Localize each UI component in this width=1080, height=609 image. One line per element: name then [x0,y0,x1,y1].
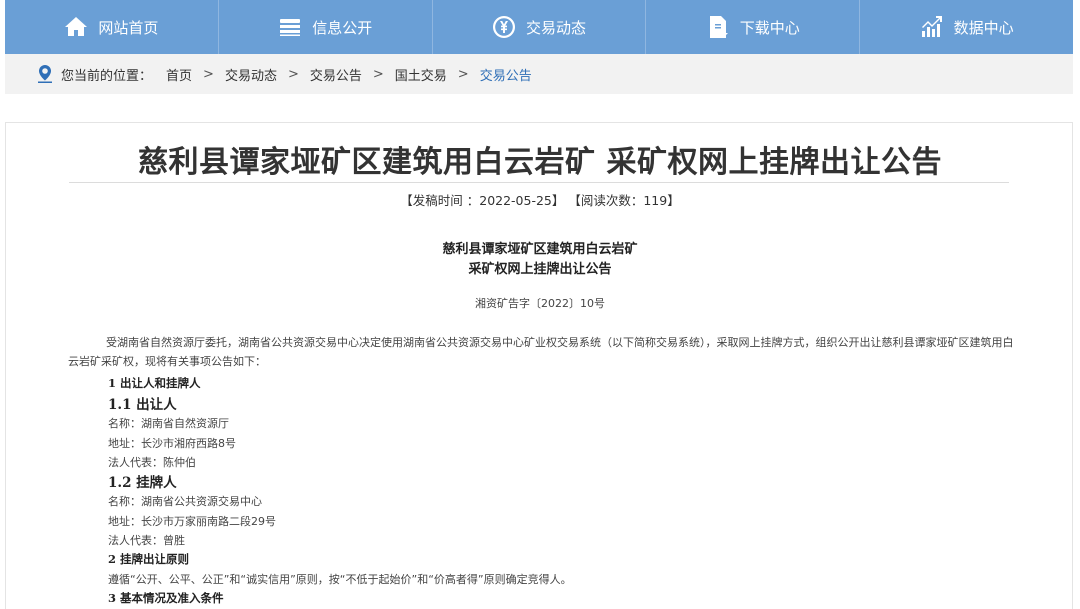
breadcrumb-prefix: 您当前的位置： [61,68,153,84]
breadcrumb-separator: > [287,66,299,82]
assignor-representative: 法人代表：陈仲伯 [108,456,196,469]
section-1-1-heading: 1.1 出让人 [108,397,177,413]
intro-paragraph: 受湖南省自然资源厅委托，湖南省公共资源交易中心决定使用湖南省公共资源交易中心矿业… [68,336,1014,368]
nav-item-label: 网站首页 [98,18,159,37]
listing-party-representative: 法人代表：曾胜 [108,534,185,547]
breadcrumb-land-trade[interactable]: 国土交易 [395,65,447,84]
nav-item-label: 下载中心 [739,18,800,37]
home-icon [65,17,88,36]
section-1-2-heading: 1.2 挂牌人 [108,475,177,491]
location-pin-icon [38,65,52,83]
doc-number: 湘资矿告字〔2022〕10号 [475,297,605,310]
breadcrumb-trade-news[interactable]: 交易动态 [225,65,277,84]
breadcrumb-separator: > [372,66,384,82]
section-2-text: 遵循“公开、公平、公正”和“诚实信用”原则，按“不低于起始价”和“价高者得”原则… [108,573,572,586]
assignor-name: 名称：湖南省自然资源厅 [108,417,229,430]
nav-item-download[interactable]: 下载中心 [646,0,861,54]
nav-item-label: 数据中心 [953,18,1014,37]
breadcrumb: 您当前的位置： 首页 > 交易动态 > 交易公告 > 国土交易 > 交易公告 [5,54,1073,94]
listing-party-name: 名称：湖南省公共资源交易中心 [108,495,262,508]
article-container: 慈利县谭家垭矿区建筑用白云岩矿 采矿权网上挂牌出让公告 【发稿时间 ：2022-… [5,122,1073,609]
assignor-address: 地址：长沙市湘府西路8号 [108,437,236,450]
section-2-heading: 2 挂牌出让原则 [108,552,190,566]
top-nav: 网站首页 信息公开 交易动态 下载中心 数据中心 [5,0,1073,54]
breadcrumb-separator: > [457,66,469,82]
breadcrumb-trade-notice[interactable]: 交易公告 [310,65,362,84]
nav-item-info[interactable]: 信息公开 [219,0,433,54]
breadcrumb-home[interactable]: 首页 [166,65,192,84]
doc-title-line1: 慈利县谭家垭矿区建筑用白云岩矿 [442,242,638,257]
list-icon [280,19,301,36]
title-divider [69,182,1009,183]
nav-item-data[interactable]: 数据中心 [860,0,1073,54]
yen-icon [492,16,515,38]
chart-icon [921,16,942,37]
nav-item-label: 信息公开 [312,18,373,37]
nav-item-home[interactable]: 网站首页 [5,0,219,54]
section-1-heading: 1 出让人和挂牌人 [108,376,201,390]
section-3-heading: 3 基本情况及准入条件 [108,591,224,605]
listing-party-address: 地址：长沙市万家丽南路二段29号 [108,515,276,528]
breadcrumb-current[interactable]: 交易公告 [480,65,532,84]
breadcrumb-separator: > [203,66,214,82]
download-icon [709,16,728,38]
article-meta: 【发稿时间 ：2022-05-25】 【阅读次数：119】 [400,193,680,208]
doc-title-line2: 采矿权网上挂牌出让公告 [468,262,612,277]
nav-item-trade-news[interactable]: 交易动态 [433,0,647,54]
nav-item-label: 交易动态 [525,18,586,37]
article-title: 慈利县谭家垭矿区建筑用白云岩矿 采矿权网上挂牌出让公告 [138,145,942,180]
